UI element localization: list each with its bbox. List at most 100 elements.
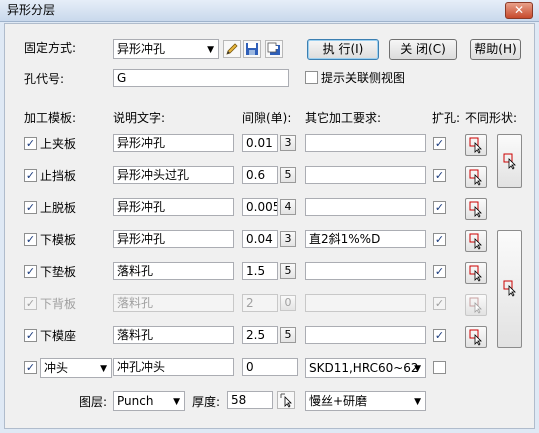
gap-input[interactable]: 1.5 bbox=[242, 262, 278, 280]
header-gap: 间隙(单): bbox=[242, 111, 292, 125]
pick-point-icon bbox=[469, 233, 482, 250]
pick-point-icon bbox=[469, 169, 482, 186]
gap-spin-button[interactable]: 5 bbox=[280, 167, 296, 183]
punch-expand-checkbox[interactable] bbox=[433, 361, 446, 374]
gap-spin-button[interactable]: 3 bbox=[280, 135, 296, 151]
chevron-down-icon: ▼ bbox=[173, 397, 180, 407]
plate-checkbox[interactable]: ✓ bbox=[24, 137, 37, 150]
group-pick-button-lower[interactable] bbox=[497, 230, 522, 348]
fix-mode-select[interactable]: 异形冲孔 ▼ bbox=[113, 39, 219, 59]
other-input[interactable] bbox=[305, 166, 426, 184]
gap-spin-button[interactable]: 5 bbox=[280, 263, 296, 279]
plate-checkbox[interactable]: ✓ bbox=[24, 233, 37, 246]
gap-input[interactable]: 0.01 bbox=[242, 134, 278, 152]
desc-input[interactable]: 落料孔 bbox=[113, 294, 234, 312]
chevron-down-icon: ▼ bbox=[207, 45, 214, 55]
pick-thickness-button[interactable] bbox=[277, 391, 295, 409]
pick-point-icon bbox=[503, 153, 516, 170]
pick-point-icon bbox=[503, 280, 516, 297]
expand-checkbox[interactable]: ✓ bbox=[433, 329, 446, 342]
help-button[interactable]: 帮助(H) bbox=[470, 39, 521, 60]
plate-label: 下背板 bbox=[40, 297, 77, 311]
chevron-down-icon: ▼ bbox=[414, 397, 421, 407]
punch-type-select[interactable]: 冲头 ▼ bbox=[40, 358, 112, 378]
gap-spin-button[interactable]: 3 bbox=[280, 231, 296, 247]
pick-point-button[interactable] bbox=[465, 326, 487, 348]
group-pick-button-upper[interactable] bbox=[497, 134, 522, 188]
layer-select[interactable]: Punch ▼ bbox=[113, 391, 185, 411]
expand-checkbox[interactable]: ✓ bbox=[433, 201, 446, 214]
save-as-icon[interactable] bbox=[265, 40, 283, 58]
expand-checkbox[interactable]: ✓ bbox=[433, 233, 446, 246]
fix-mode-value: 异形冲孔 bbox=[117, 42, 166, 56]
plate-label: 下模座 bbox=[40, 329, 77, 343]
execute-button[interactable]: 执 行(I) bbox=[307, 39, 379, 60]
desc-input[interactable]: 异形冲孔 bbox=[113, 198, 234, 216]
pick-point-button[interactable] bbox=[465, 230, 487, 252]
desc-input[interactable]: 落料孔 bbox=[113, 262, 234, 280]
pick-point-icon bbox=[280, 393, 292, 408]
desc-input[interactable]: 异形冲孔 bbox=[113, 230, 234, 248]
punch-desc-input[interactable]: 冲孔冲头 bbox=[113, 358, 234, 376]
expand-checkbox[interactable]: ✓ bbox=[433, 137, 446, 150]
punch-material-value: SKD11,HRC60~62 bbox=[309, 361, 419, 375]
gap-spin-button[interactable]: 0 bbox=[280, 295, 296, 311]
plate-checkbox[interactable]: ✓ bbox=[24, 297, 37, 310]
other-input[interactable]: 直2斜1%%D bbox=[305, 230, 426, 248]
save-icon[interactable] bbox=[243, 40, 261, 58]
gap-input[interactable]: 0.6 bbox=[242, 166, 278, 184]
pick-point-button[interactable] bbox=[465, 262, 487, 284]
gap-spin-button[interactable]: 4 bbox=[280, 199, 296, 215]
layer-value: Punch bbox=[117, 394, 154, 408]
pencil-icon[interactable] bbox=[223, 40, 241, 58]
other-input[interactable] bbox=[305, 294, 426, 312]
pick-point-button[interactable] bbox=[465, 166, 487, 188]
layer-label: 图层: bbox=[79, 395, 108, 409]
thickness-input[interactable]: 58 bbox=[227, 391, 273, 409]
expand-checkbox[interactable]: ✓ bbox=[433, 169, 446, 182]
gap-input[interactable]: 2 bbox=[242, 294, 278, 312]
hole-code-input[interactable]: G bbox=[113, 69, 289, 87]
close-window-button[interactable]: ✕ bbox=[505, 2, 533, 19]
finish-select[interactable]: 慢丝+研磨 ▼ bbox=[305, 391, 426, 411]
desc-input[interactable]: 异形冲孔 bbox=[113, 134, 234, 152]
window-title: 异形分层 bbox=[7, 3, 56, 17]
other-input[interactable] bbox=[305, 134, 426, 152]
fix-mode-label: 固定方式: bbox=[24, 41, 77, 55]
close-button[interactable]: 关 闭(C) bbox=[389, 39, 457, 60]
other-input[interactable] bbox=[305, 198, 426, 216]
punch-gap-input[interactable]: 0 bbox=[242, 358, 298, 376]
punch-type-value: 冲头 bbox=[44, 361, 69, 375]
plate-checkbox[interactable]: ✓ bbox=[24, 329, 37, 342]
header-plate: 加工模板: bbox=[24, 111, 77, 125]
expand-checkbox[interactable]: ✓ bbox=[433, 265, 446, 278]
pick-point-button[interactable] bbox=[465, 294, 487, 316]
gap-input[interactable]: 0.04 bbox=[242, 230, 278, 248]
expand-checkbox[interactable]: ✓ bbox=[433, 297, 446, 310]
header-other: 其它加工要求: bbox=[305, 111, 382, 125]
plate-label: 上脱板 bbox=[40, 201, 77, 215]
punch-material-select[interactable]: SKD11,HRC60~62 ▼ bbox=[305, 358, 426, 378]
finish-value: 慢丝+研磨 bbox=[309, 394, 368, 408]
plate-checkbox[interactable]: ✓ bbox=[24, 265, 37, 278]
plate-checkbox[interactable]: ✓ bbox=[24, 169, 37, 182]
pick-point-icon bbox=[469, 137, 482, 154]
gap-spin-button[interactable]: 5 bbox=[280, 327, 296, 343]
gap-input[interactable]: 0.005 bbox=[242, 198, 278, 216]
pick-point-icon bbox=[469, 297, 482, 314]
pick-point-button[interactable] bbox=[465, 198, 487, 220]
gap-input[interactable]: 2.5 bbox=[242, 326, 278, 344]
show-side-view-checkbox[interactable] bbox=[305, 71, 318, 84]
hole-code-label: 孔代号: bbox=[24, 72, 65, 86]
other-input[interactable] bbox=[305, 326, 426, 344]
pick-point-icon bbox=[469, 201, 482, 218]
pick-point-button[interactable] bbox=[465, 134, 487, 156]
plate-label: 上夹板 bbox=[40, 137, 77, 151]
plate-label: 下模板 bbox=[40, 233, 77, 247]
plate-checkbox[interactable]: ✓ bbox=[24, 201, 37, 214]
punch-checkbox[interactable]: ✓ bbox=[24, 361, 37, 374]
desc-input[interactable]: 落料孔 bbox=[113, 326, 234, 344]
desc-input[interactable]: 异形冲头过孔 bbox=[113, 166, 234, 184]
title-bar bbox=[0, 0, 539, 22]
other-input[interactable] bbox=[305, 262, 426, 280]
